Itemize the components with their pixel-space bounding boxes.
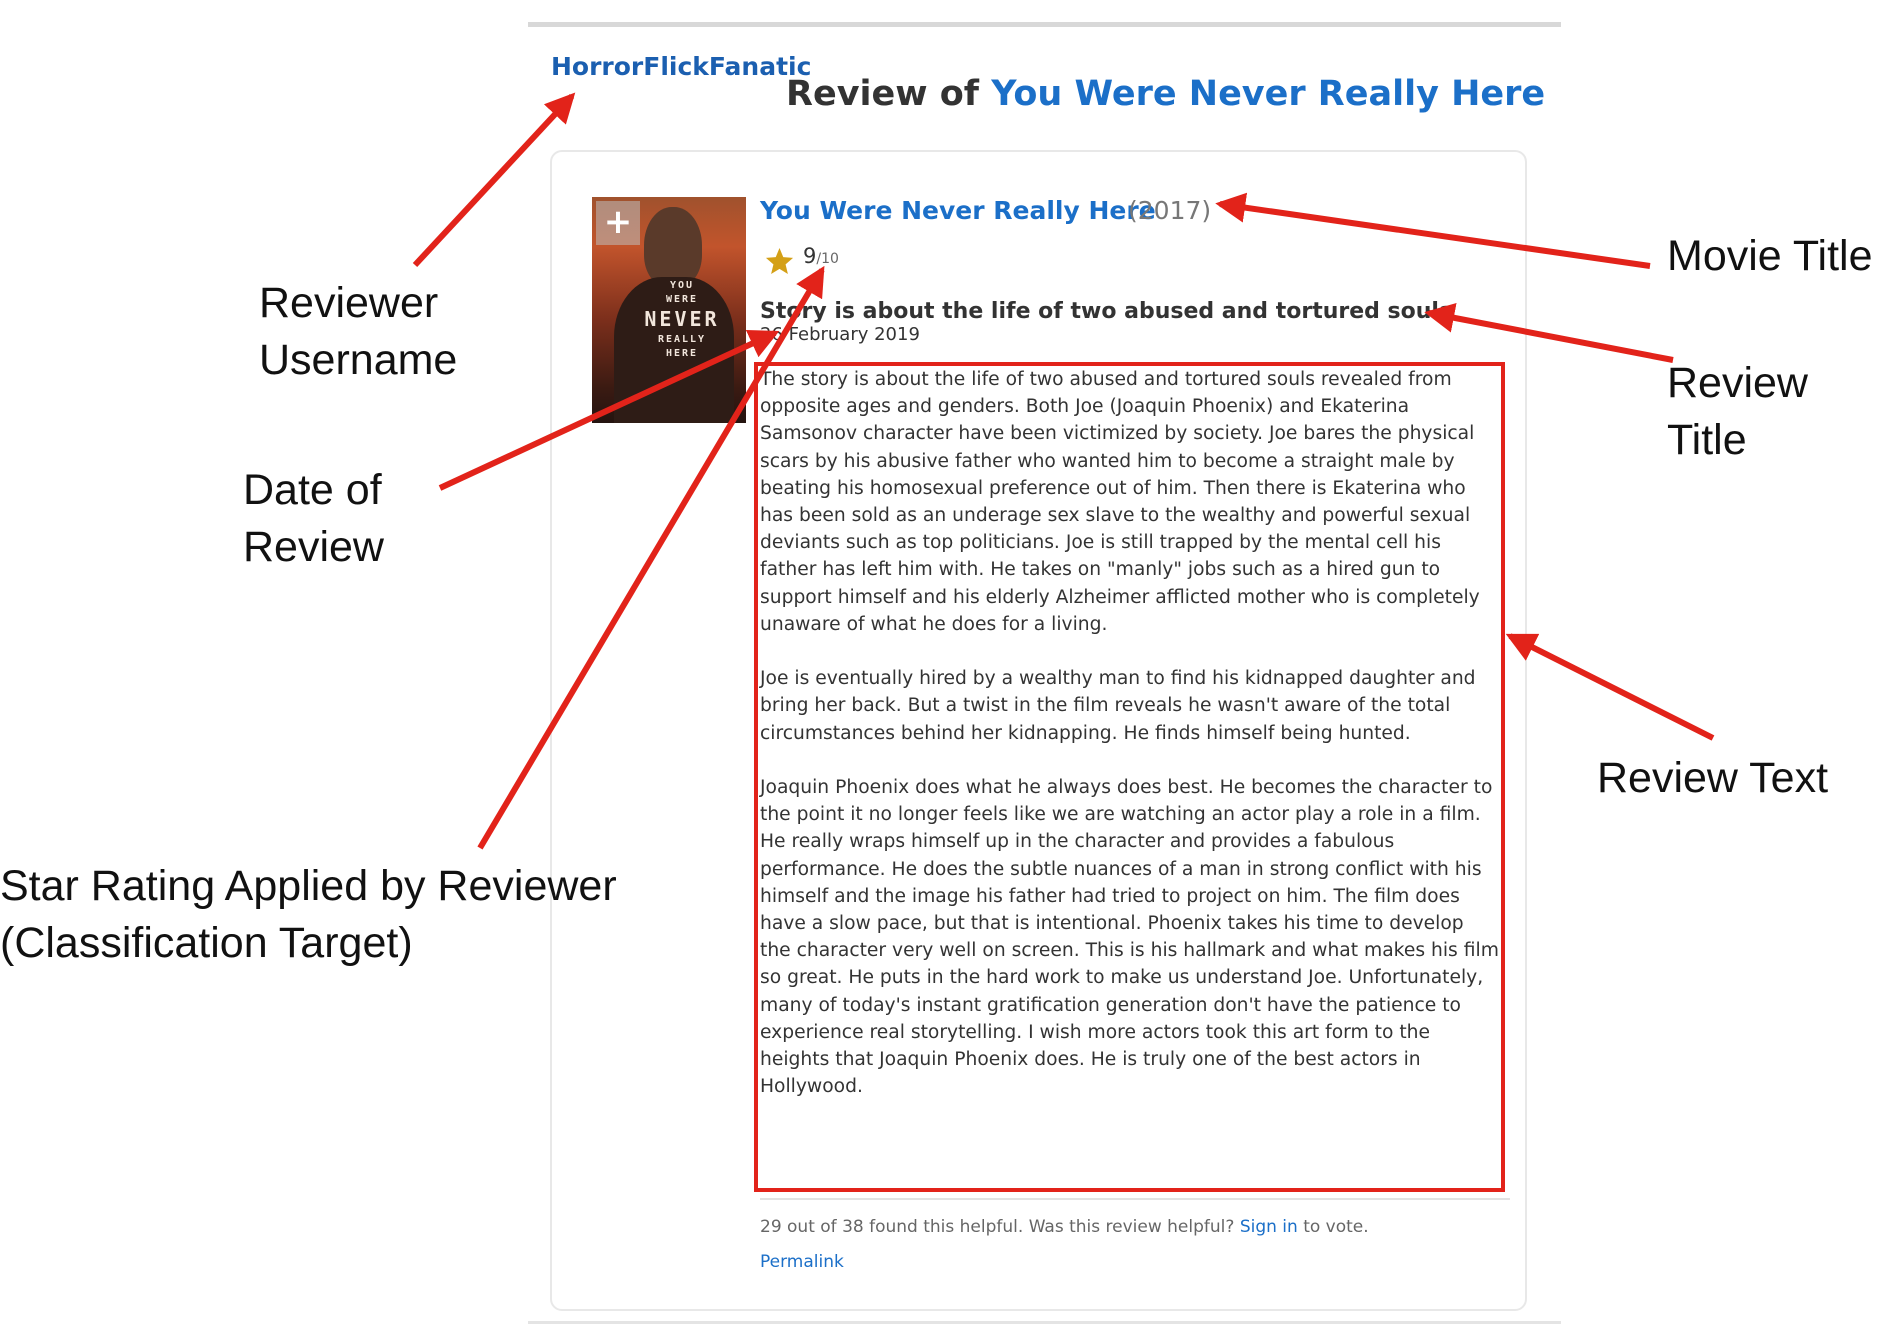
arrow-star-rating [477,265,825,850]
annotation-arrows [412,92,1715,850]
arrow-reviewer-username [412,92,576,268]
arrow-review-title [1424,303,1674,363]
arrow-date-of-review [438,329,780,491]
arrow-movie-title [1215,192,1651,269]
arrow-review-text [1505,633,1715,741]
